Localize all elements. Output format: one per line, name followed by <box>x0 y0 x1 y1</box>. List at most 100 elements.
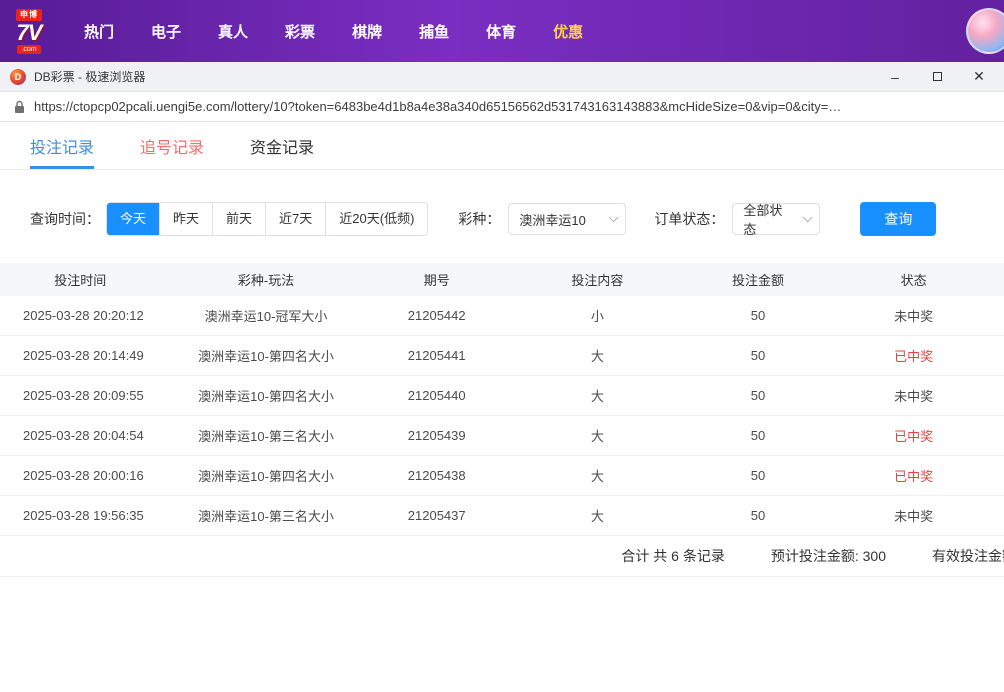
cell-issue: 21205442 <box>407 308 466 323</box>
main-nav: 热门 电子 真人 彩票 棋牌 捕鱼 体育 优惠 <box>84 21 583 42</box>
logo-badge: 申博 <box>16 8 42 21</box>
cell-amount: 50 <box>750 468 766 483</box>
logo-sub: .com <box>17 44 41 54</box>
lottery-select-value: 澳洲幸运10 <box>519 212 586 228</box>
cell-status: 已中奖 <box>894 469 934 484</box>
cell-issue: 21205439 <box>407 428 466 443</box>
maximize-icon <box>932 72 942 81</box>
tab-0[interactable]: 投注记录 <box>30 122 95 169</box>
table-header-row: 投注时间 彩种-玩法 期号 投注内容 投注金额 状态 <box>0 263 1004 296</box>
cell-time: 2025-03-28 19:56:35 <box>23 508 144 523</box>
cell-content: 小 <box>590 309 604 324</box>
cell-issue: 21205438 <box>407 468 466 483</box>
bet-records-table: 投注时间 彩种-玩法 期号 投注内容 投注金额 状态 2025-03-28 20:20:1… <box>0 263 1004 577</box>
cell-status: 未中奖 <box>894 309 934 324</box>
time-filter-option-2[interactable]: 前天 <box>212 203 266 235</box>
table-row: 2025-03-28 20:04:54 澳洲幸运10-第三名大小 21205439 大… <box>0 416 1004 456</box>
promo-topbar: 申博 7V .com 热门 电子 真人 彩票 棋牌 捕鱼 体育 优惠 <box>0 0 1004 62</box>
cell-status: 未中奖 <box>894 389 934 404</box>
minimize-button[interactable]: – <box>874 62 916 92</box>
summary-valid-amount: 有效投注金额 <box>932 548 1004 564</box>
column-header: 期号 <box>423 273 450 288</box>
summary-total: 合计 共 6 条记录 <box>621 548 725 564</box>
cell-issue: 21205440 <box>407 388 466 403</box>
table-row: 2025-03-28 20:09:55 澳洲幸运10-第四名大小 21205440 大… <box>0 376 1004 416</box>
cell-amount: 50 <box>750 308 766 323</box>
lottery-filter-label: 彩种： <box>458 211 501 227</box>
avatar[interactable] <box>966 8 1004 54</box>
search-button[interactable]: 查询 <box>860 202 937 236</box>
cell-amount: 50 <box>750 428 766 443</box>
cell-game: 澳洲幸运10-第四名大小 <box>198 349 334 364</box>
cell-game: 澳洲幸运10-第四名大小 <box>198 469 334 484</box>
window-titlebar: D DB彩票 - 极速浏览器 – ✕ <box>0 62 1004 92</box>
status-filter-label: 订单状态： <box>654 211 725 227</box>
cell-content: 大 <box>590 509 604 524</box>
window-controls: – ✕ <box>874 62 1000 92</box>
nav-item-4[interactable]: 棋牌 <box>352 21 382 42</box>
cell-status: 已中奖 <box>894 429 934 444</box>
cell-content: 大 <box>590 389 604 404</box>
column-header: 投注时间 <box>54 273 107 288</box>
lock-icon <box>14 100 25 114</box>
cell-time: 2025-03-28 20:20:12 <box>23 308 144 323</box>
table-row: 2025-03-28 20:00:16 澳洲幸运10-第四名大小 21205438 大… <box>0 456 1004 496</box>
lottery-select[interactable]: 澳洲幸运10 <box>508 203 627 235</box>
time-filter-option-0[interactable]: 今天 <box>107 203 160 235</box>
cell-status: 未中奖 <box>894 509 934 524</box>
cell-amount: 50 <box>750 348 766 363</box>
nav-item-6[interactable]: 体育 <box>486 21 516 42</box>
filter-bar: 查询时间： 今天 昨天 前天 近7天 近20天(低频) 彩种： 澳洲幸运10 订单状态：… <box>0 170 1004 237</box>
cell-time: 2025-03-28 20:14:49 <box>23 348 144 363</box>
browser-app-icon: D <box>10 68 26 85</box>
close-button[interactable]: ✕ <box>958 62 1000 92</box>
cell-game: 澳洲幸运10-冠军大小 <box>204 309 328 324</box>
time-filter-option-4[interactable]: 近20天(低频) <box>325 203 428 235</box>
order-status-select[interactable]: 全部状态 <box>732 203 821 237</box>
table-summary: 合计 共 6 条记录 预计投注金额: 300 有效投注金额 <box>0 536 1004 577</box>
time-filter-option-3[interactable]: 近7天 <box>265 203 326 235</box>
chevron-down-icon <box>609 211 619 222</box>
table-row: 2025-03-28 19:56:35 澳洲幸运10-第三名大小 21205437 大… <box>0 496 1004 536</box>
logo-main: 7V <box>16 19 43 45</box>
cell-status: 已中奖 <box>894 349 934 364</box>
cell-time: 2025-03-28 20:04:54 <box>23 428 144 443</box>
time-filter-label: 查询时间： <box>30 211 100 227</box>
address-bar: https://ctopcp02pcali.uengi5e.com/lotter… <box>0 92 1004 122</box>
table-body: 2025-03-28 20:20:12 澳洲幸运10-冠军大小 21205442 小 5… <box>0 296 1004 536</box>
nav-item-0[interactable]: 热门 <box>84 21 114 42</box>
tab-2[interactable]: 资金记录 <box>250 122 314 169</box>
table-row: 2025-03-28 20:20:12 澳洲幸运10-冠军大小 21205442 小 5… <box>0 296 1004 336</box>
site-logo[interactable]: 申博 7V .com <box>16 8 43 54</box>
column-header: 投注金额 <box>731 273 784 288</box>
url-input[interactable]: https://ctopcp02pcali.uengi5e.com/lotter… <box>34 99 841 114</box>
cell-content: 大 <box>590 469 604 484</box>
cell-amount: 50 <box>750 508 766 523</box>
cell-issue: 21205437 <box>407 508 466 523</box>
cell-game: 澳洲幸运10-第三名大小 <box>198 429 334 444</box>
window-title: DB彩票 - 极速浏览器 <box>34 70 146 84</box>
record-tabs: 投注记录 追号记录 资金记录 <box>0 122 1004 170</box>
nav-item-2[interactable]: 真人 <box>218 21 248 42</box>
maximize-button[interactable] <box>916 62 958 92</box>
cell-game: 澳洲幸运10-第四名大小 <box>198 389 334 404</box>
nav-item-7[interactable]: 优惠 <box>553 21 583 42</box>
nav-item-5[interactable]: 捕鱼 <box>419 21 449 42</box>
status-select-value: 全部状态 <box>743 203 783 237</box>
time-filter-option-1[interactable]: 昨天 <box>159 203 213 235</box>
cell-game: 澳洲幸运10-第三名大小 <box>198 509 334 524</box>
chevron-down-icon <box>803 211 813 222</box>
cell-amount: 50 <box>750 388 766 403</box>
cell-time: 2025-03-28 20:00:16 <box>23 468 144 483</box>
tab-1[interactable]: 追号记录 <box>140 122 204 169</box>
time-filter-group: 今天 昨天 前天 近7天 近20天(低频) <box>106 202 429 236</box>
cell-issue: 21205441 <box>407 348 466 363</box>
table-row: 2025-03-28 20:14:49 澳洲幸运10-第四名大小 21205441 大… <box>0 336 1004 376</box>
cell-time: 2025-03-28 20:09:55 <box>23 388 144 403</box>
summary-expected-amount: 预计投注金额: 300 <box>770 548 886 564</box>
column-header: 彩种-玩法 <box>237 273 295 288</box>
nav-item-3[interactable]: 彩票 <box>285 21 315 42</box>
cell-content: 大 <box>590 349 604 364</box>
nav-item-1[interactable]: 电子 <box>151 21 181 42</box>
column-header: 状态 <box>900 273 927 288</box>
